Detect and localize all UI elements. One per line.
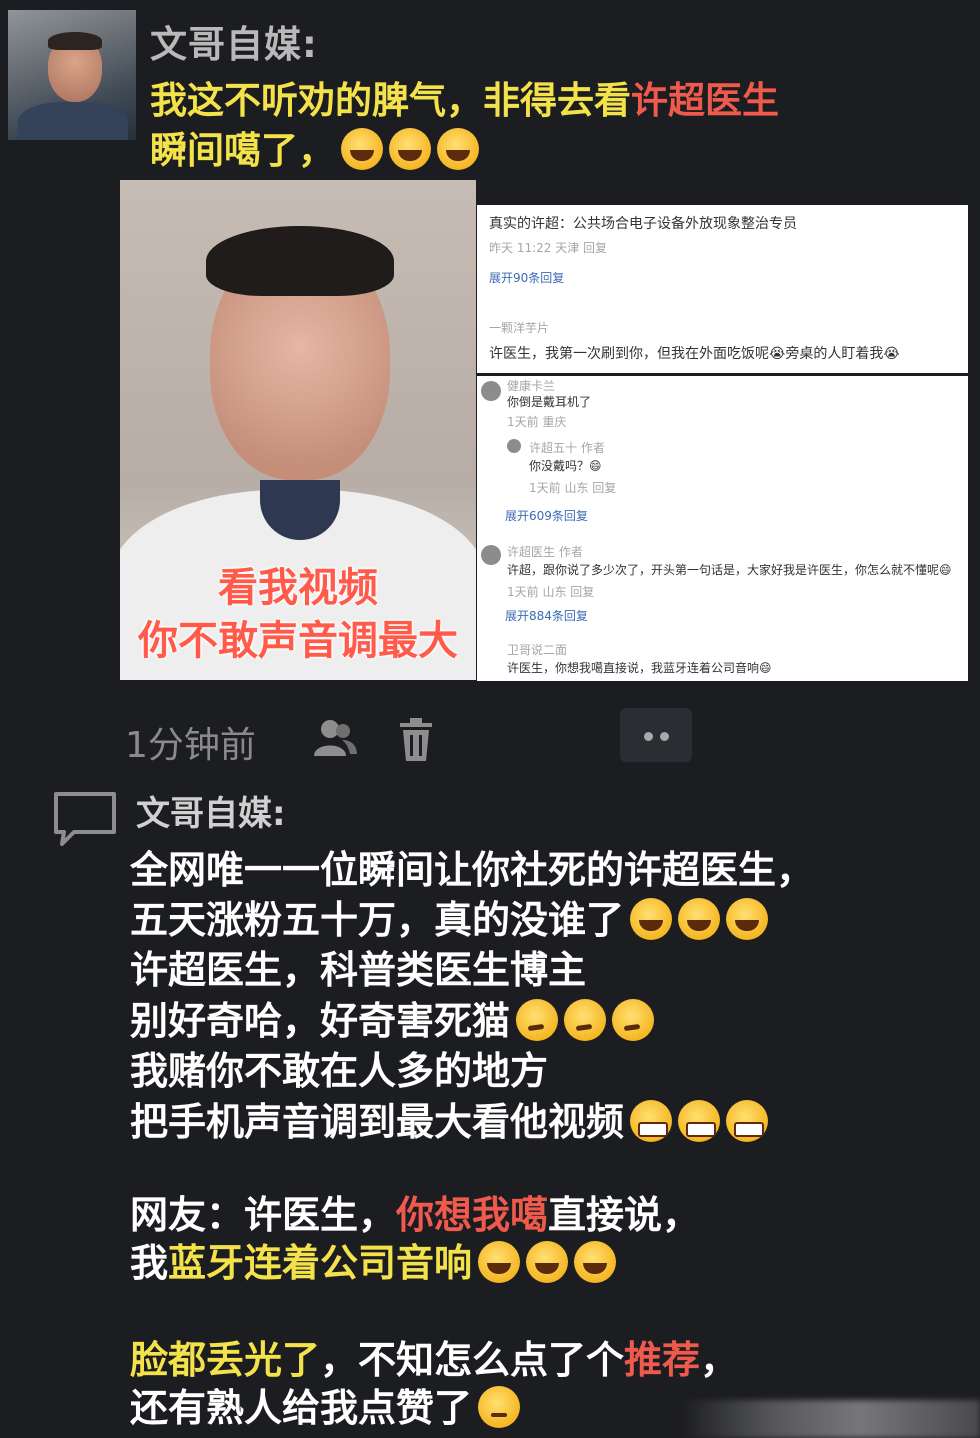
post-text-part: 我这不听劝的脾气，非得去看 bbox=[150, 79, 631, 122]
comment-text: 你没戴吗？😄 bbox=[529, 459, 602, 473]
video-thumbnail[interactable]: 看我视频 你不敢声音调最大 bbox=[120, 180, 476, 680]
comment-user: 许超医生 作者 bbox=[507, 545, 583, 559]
laugh-cry-emoji-icon bbox=[341, 128, 383, 170]
comment-text: 别好奇哈，好奇害死猫 bbox=[130, 999, 511, 1043]
grin-emoji-icon bbox=[726, 1100, 769, 1142]
comment-text: 把手机声音调到最大看他视频 bbox=[130, 1100, 625, 1144]
laugh-cry-emoji-icon bbox=[389, 128, 431, 170]
expand-replies-link[interactable]: 展开90条回复 bbox=[489, 269, 564, 286]
comment-line: 我蓝牙连着公司音响 bbox=[130, 1238, 617, 1288]
comment-highlight: 你想我噶 bbox=[396, 1193, 549, 1237]
grin-emoji-icon bbox=[630, 1100, 673, 1142]
comment-highlight: 推荐 bbox=[624, 1338, 701, 1382]
laugh-cry-emoji-icon bbox=[678, 898, 721, 940]
blurred-overlay bbox=[680, 1400, 980, 1438]
avatar bbox=[507, 439, 521, 453]
avatar bbox=[481, 545, 501, 565]
comment-line: 网友：许医生，你想我噶直接说， bbox=[130, 1190, 700, 1240]
comment-user: 卫哥说二面 bbox=[507, 643, 568, 657]
comment-user: 许超五十 作者 bbox=[529, 441, 605, 455]
trash-icon[interactable] bbox=[398, 718, 434, 762]
post-time: 1分钟前 bbox=[125, 725, 256, 766]
post-text-part: 瞬间噶了， bbox=[150, 129, 335, 172]
thinking-emoji-icon bbox=[516, 999, 559, 1041]
comment-text: 还有熟人给我点赞了 bbox=[130, 1386, 473, 1430]
comment-line: 脸都丢光了，不知怎么点了个推荐， bbox=[130, 1335, 738, 1385]
comment-meta: 1天前 重庆 bbox=[507, 415, 567, 429]
comment-line: 还有熟人给我点赞了 bbox=[130, 1383, 521, 1433]
comment-user: 健康卡兰 bbox=[507, 379, 556, 393]
thinking-emoji-icon bbox=[564, 999, 607, 1041]
laugh-cry-emoji-icon bbox=[437, 128, 479, 170]
post-text-highlight: 许超医生 bbox=[631, 79, 779, 122]
comment-text: 许医生，我第一次刷到你，但我在外面吃饭呢😭旁桌的人盯着我😭 bbox=[489, 346, 900, 362]
post-text: 我这不听劝的脾气，非得去看许超医生 瞬间噶了， bbox=[150, 76, 950, 176]
comment-text: 直接说， bbox=[548, 1193, 701, 1237]
comment-text: 许超，跟你说了多少次了，开头第一句话是，大家好我是许医生，你怎么就不懂呢😄 bbox=[507, 563, 952, 577]
laugh-cry-emoji-icon bbox=[726, 898, 769, 940]
expand-replies-link[interactable]: 展开884条回复 bbox=[505, 607, 588, 624]
comment-text: 你倒是戴耳机了 bbox=[507, 395, 592, 409]
expand-replies-link[interactable]: 展开609条回复 bbox=[505, 507, 588, 524]
comment-user: 一颗洋芋片 bbox=[489, 321, 550, 335]
comment-line: 许超医生，科普类医生博主 bbox=[130, 948, 587, 992]
people-icon[interactable] bbox=[312, 718, 358, 758]
post-author[interactable]: 文哥自媒: bbox=[150, 14, 318, 68]
comment-author[interactable]: 文哥自媒: bbox=[136, 786, 286, 835]
comment-text: 许医生，你想我噶直接说，我蓝牙连着公司音响😄 bbox=[507, 661, 772, 675]
comment-meta: 昨天 11:22 天津 回复 bbox=[489, 241, 608, 255]
avatar bbox=[481, 381, 501, 401]
comments-screenshot[interactable]: 真实的许超：公共场合电子设备外放现象整治专员 昨天 11:22 天津 回复 展开… bbox=[477, 205, 968, 681]
comment-line: 五天涨粉五十万，真的没谁了 bbox=[130, 895, 769, 945]
comment-text: 网友：许医生， bbox=[130, 1193, 397, 1237]
video-caption-line1: 看我视频 bbox=[218, 565, 378, 611]
thinking-emoji-icon bbox=[612, 999, 655, 1041]
comment-line: 把手机声音调到最大看他视频 bbox=[130, 1097, 769, 1147]
comment-highlight: 蓝牙连着公司音响 bbox=[168, 1241, 473, 1285]
laugh-cry-emoji-icon bbox=[630, 898, 673, 940]
comment-line: 别好奇哈，好奇害死猫 bbox=[130, 996, 655, 1046]
grin-emoji-icon bbox=[678, 1100, 721, 1142]
comment-line: 我赌你不敢在人多的地方 bbox=[130, 1049, 549, 1093]
laugh-cry-emoji-icon bbox=[526, 1241, 569, 1283]
comment-highlight: 脸都丢光了 bbox=[130, 1338, 321, 1382]
laugh-cry-emoji-icon bbox=[478, 1241, 521, 1283]
comment-meta: 1天前 山东 回复 bbox=[529, 481, 617, 495]
comment-text: ， bbox=[700, 1338, 739, 1382]
comment-icon bbox=[54, 792, 116, 846]
avatar[interactable] bbox=[8, 10, 136, 140]
comment-meta: 1天前 山东 回复 bbox=[507, 585, 595, 599]
comment-line: 全网唯一一位瞬间让你社死的许超医生， bbox=[130, 848, 815, 892]
comment-text: ，不知怎么点了个 bbox=[320, 1338, 625, 1382]
divider bbox=[477, 373, 968, 376]
video-caption-line2: 你不敢声音调最大 bbox=[138, 618, 458, 664]
laugh-cry-emoji-icon bbox=[574, 1241, 617, 1283]
sweat-emoji-icon bbox=[478, 1386, 521, 1428]
comment-text: 五天涨粉五十万，真的没谁了 bbox=[130, 898, 625, 942]
more-icon[interactable] bbox=[620, 708, 692, 762]
comment-text: 我 bbox=[130, 1241, 169, 1285]
comment-user: 真实的许超：公共场合电子设备外放现象整治专员 bbox=[489, 216, 797, 232]
